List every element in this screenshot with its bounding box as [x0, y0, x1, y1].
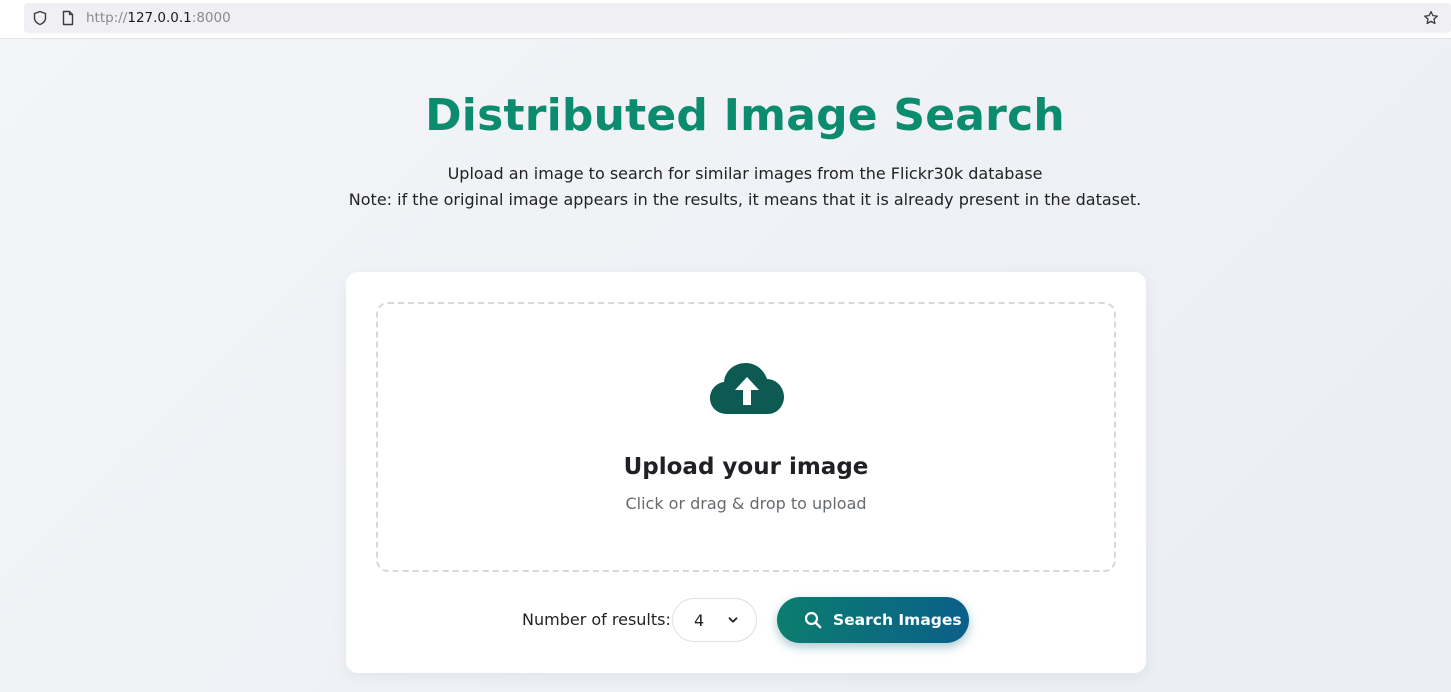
- search-button-label: Search Images: [833, 611, 962, 629]
- address-bar[interactable]: http://127.0.0.1:8000: [24, 3, 1451, 33]
- cloud-upload-icon: [710, 363, 784, 414]
- url-scheme: http://: [86, 10, 128, 26]
- url-port: :8000: [191, 10, 231, 26]
- results-count-label: Number of results:: [522, 610, 671, 629]
- page-title: Distributed Image Search: [425, 90, 1065, 141]
- bookmark-star-icon[interactable]: [1423, 10, 1439, 26]
- results-count-select[interactable]: 4: [672, 598, 757, 642]
- upload-dropzone[interactable]: Upload your image Click or drag & drop t…: [376, 302, 1116, 572]
- chevron-down-icon: [728, 617, 738, 623]
- subtitle-note: Note: if the original image appears in t…: [348, 190, 1142, 209]
- search-controls: Number of results: 4 Search Images: [346, 597, 1146, 643]
- upload-hint: Click or drag & drop to upload: [625, 494, 867, 513]
- page-icon: [62, 10, 74, 26]
- browser-toolbar: http://127.0.0.1:8000: [0, 0, 1451, 39]
- page-content: Distributed Image Search Upload an image…: [0, 39, 1451, 692]
- shield-icon[interactable]: [32, 10, 48, 26]
- results-count-value: 4: [694, 611, 705, 630]
- search-images-button[interactable]: Search Images: [777, 597, 969, 643]
- search-card: Upload your image Click or drag & drop t…: [346, 272, 1146, 673]
- subtitle-description: Upload an image to search for similar im…: [447, 164, 1043, 183]
- upload-title: Upload your image: [623, 454, 869, 480]
- url-text[interactable]: http://127.0.0.1:8000: [86, 10, 231, 26]
- search-icon: [804, 611, 822, 629]
- url-host: 127.0.0.1: [127, 10, 192, 26]
